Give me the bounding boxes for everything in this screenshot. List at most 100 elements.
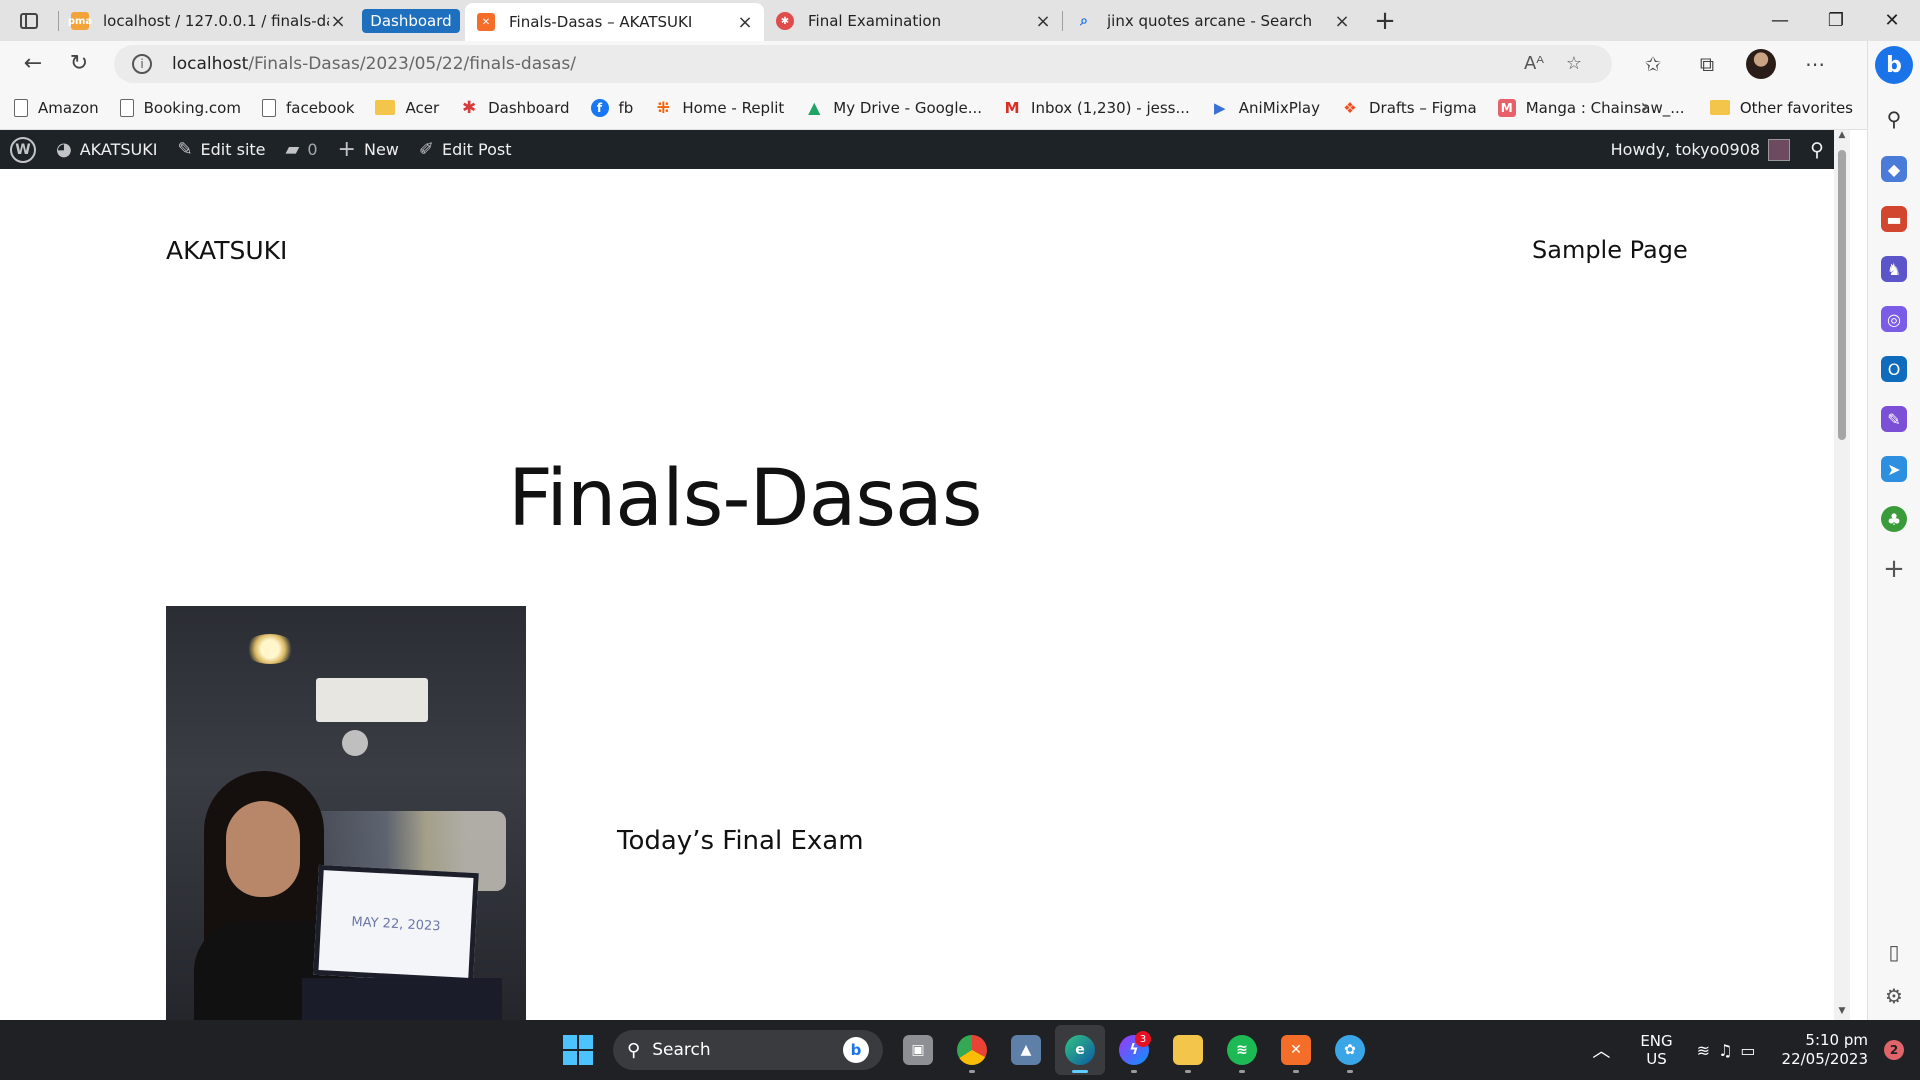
favorite-replit[interactable]: ⁜ Home - Replit <box>654 98 785 117</box>
scroll-down-icon[interactable]: ▼ <box>1834 1006 1850 1020</box>
settings-gear-icon[interactable]: ⚙ <box>1885 984 1903 1008</box>
wp-new-label: New <box>363 140 399 159</box>
close-window-icon[interactable]: ✕ <box>1864 0 1920 41</box>
wp-comments-link[interactable]: ▰ 0 <box>276 130 328 169</box>
tab-search[interactable]: ⌕ jinx quotes arcane - Search × <box>1063 4 1361 38</box>
edge-button[interactable]: e <box>1055 1025 1105 1075</box>
start-button[interactable] <box>553 1025 603 1075</box>
tab-final-examination[interactable]: ✱ Final Examination × <box>764 4 1062 38</box>
wp-new-link[interactable]: + New <box>328 130 409 169</box>
favorite-amazon[interactable]: Amazon <box>14 98 99 117</box>
favorites-icon[interactable]: ✩ <box>1626 44 1680 84</box>
favorite-drive[interactable]: ▲ My Drive - Google... <box>805 98 982 117</box>
show-hidden-icons-chevron-icon[interactable]: ︿ <box>1592 1037 1610 1063</box>
tab-actions-button[interactable] <box>0 0 58 41</box>
profile-avatar <box>1746 48 1776 79</box>
outlook-icon[interactable]: O <box>1881 356 1907 382</box>
designer-icon[interactable]: ✎ <box>1881 406 1907 432</box>
scroll-thumb[interactable] <box>1838 150 1846 440</box>
office-icon[interactable]: ◎ <box>1881 306 1907 332</box>
wifi-volume-battery-icons[interactable]: ≋♫▭ <box>1697 1041 1764 1060</box>
plus-icon: + <box>337 137 356 162</box>
messenger-button[interactable]: ϟ3 <box>1109 1025 1159 1075</box>
folder-icon <box>1173 1035 1203 1065</box>
xampp-button[interactable]: ✕ <box>1271 1025 1321 1075</box>
read-aloud-icon[interactable]: Aᴬ <box>1514 53 1554 74</box>
spotify-button[interactable]: ≋ <box>1217 1025 1267 1075</box>
tab-dashboard[interactable]: Dashboard <box>357 4 465 38</box>
minimize-icon[interactable]: — <box>1752 0 1808 41</box>
notification-badge[interactable]: 2 <box>1884 1040 1904 1060</box>
wp-edit-site-link[interactable]: ✎ Edit site <box>167 130 275 169</box>
collections-icon[interactable]: ⧉ <box>1680 44 1734 84</box>
favorite-figma[interactable]: ❖ Drafts – Figma <box>1341 98 1477 117</box>
more-favorites-chevron-icon[interactable]: › <box>1640 95 1649 120</box>
nav-item-sample-page[interactable]: Sample Page <box>1532 236 1688 264</box>
wp-edit-post-label: Edit Post <box>441 140 512 159</box>
site-info-icon[interactable]: i <box>132 53 152 74</box>
close-tab-icon[interactable]: × <box>1034 11 1052 32</box>
tab-phpmyadmin[interactable]: pma localhost / 127.0.0.1 / finals-dasa … <box>59 4 357 38</box>
taskbar-clock[interactable]: 5:10 pm 22/05/2023 <box>1782 1031 1868 1069</box>
games-icon[interactable]: ♞ <box>1881 256 1907 282</box>
new-tab-button[interactable]: + <box>1367 4 1403 38</box>
animix-icon: ▶ <box>1214 98 1226 117</box>
chrome-button[interactable] <box>947 1025 997 1075</box>
more-options-icon[interactable]: ⋯ <box>1788 44 1842 84</box>
refresh-button[interactable]: ↻ <box>56 44 102 84</box>
favorite-label: Drafts – Figma <box>1369 98 1477 117</box>
region-code: US <box>1646 1050 1667 1068</box>
photo-wall-clock <box>342 730 368 756</box>
favorite-fb[interactable]: f fb <box>590 98 634 117</box>
page-icon <box>261 98 276 117</box>
back-button[interactable]: ← <box>10 44 56 84</box>
favorite-manga[interactable]: M Manga : Chainsaw_... <box>1497 98 1685 117</box>
photos-button[interactable]: ▲ <box>1001 1025 1051 1075</box>
tree-icon[interactable]: ♣ <box>1881 506 1907 532</box>
search-icon[interactable]: ⚲ <box>1881 106 1907 132</box>
other-favorites[interactable]: Other favorites <box>1709 99 1853 117</box>
back-arrow-icon: ← <box>23 51 43 76</box>
tools-icon[interactable]: ▬ <box>1881 206 1907 232</box>
task-view-button[interactable]: ▣ <box>893 1025 943 1075</box>
user-avatar <box>1768 138 1791 161</box>
shopping-tag-icon[interactable]: ◆ <box>1881 156 1907 182</box>
running-indicator <box>1072 1070 1088 1073</box>
favorite-animixplay[interactable]: ▶ AniMixPlay <box>1211 99 1320 117</box>
taskbar-search[interactable]: ⚲ Search b <box>613 1030 883 1070</box>
site-title[interactable]: AKATSUKI <box>166 236 287 265</box>
wp-search-button[interactable]: ⚲ <box>1800 130 1834 169</box>
close-tab-icon[interactable]: × <box>329 11 347 32</box>
page-icon <box>14 98 28 117</box>
bing-chat-icon[interactable]: b <box>1875 46 1913 84</box>
sidebar-bottom: ▯ ⚙ <box>1885 920 1903 1008</box>
wp-account-menu[interactable]: Howdy, tokyo0908 <box>1601 130 1800 169</box>
file-explorer-button[interactable] <box>1163 1025 1213 1075</box>
favorite-acer[interactable]: Acer <box>375 99 439 117</box>
profile-button[interactable] <box>1734 44 1788 84</box>
paint-button[interactable]: ✿ <box>1325 1025 1375 1075</box>
wp-site-link[interactable]: ◕ AKATSUKI <box>46 130 167 169</box>
address-bar[interactable]: i localhost/Finals-Dasas/2023/05/22/fina… <box>114 44 1612 83</box>
wp-logo-button[interactable]: W <box>0 130 46 169</box>
laptop-screen-text: MAY 22, 2023 <box>351 914 441 934</box>
tab-finals-dasas[interactable]: ✕ Finals-Dasas – AKATSUKI × <box>465 3 764 41</box>
wp-site-name: AKATSUKI <box>79 140 158 159</box>
close-tab-icon[interactable]: × <box>1333 11 1351 32</box>
favorite-label: fb <box>618 98 634 117</box>
hide-sidebar-icon[interactable]: ▯ <box>1888 940 1899 964</box>
language-indicator[interactable]: ENG US <box>1640 1032 1672 1068</box>
favorite-gmail[interactable]: M Inbox (1,230) - jess... <box>1003 99 1190 117</box>
add-favorite-icon[interactable]: ☆ <box>1554 53 1594 74</box>
close-tab-icon[interactable]: × <box>736 12 754 33</box>
scroll-up-icon[interactable]: ▲ <box>1834 130 1850 144</box>
favorite-dashboard[interactable]: ✱ Dashboard <box>460 98 570 118</box>
vertical-scrollbar[interactable]: ▲ ▼ <box>1834 130 1850 1020</box>
restore-icon[interactable]: ❐ <box>1808 0 1864 41</box>
favorite-facebook[interactable]: facebook <box>261 98 354 117</box>
url-text[interactable]: localhost/Finals-Dasas/2023/05/22/finals… <box>172 54 1514 74</box>
add-sidebar-app-icon[interactable]: + <box>1883 554 1905 584</box>
favorite-booking[interactable]: Booking.com <box>119 98 241 117</box>
send-icon[interactable]: ➤ <box>1881 456 1907 482</box>
wp-edit-post-link[interactable]: ✐ Edit Post <box>409 130 522 169</box>
